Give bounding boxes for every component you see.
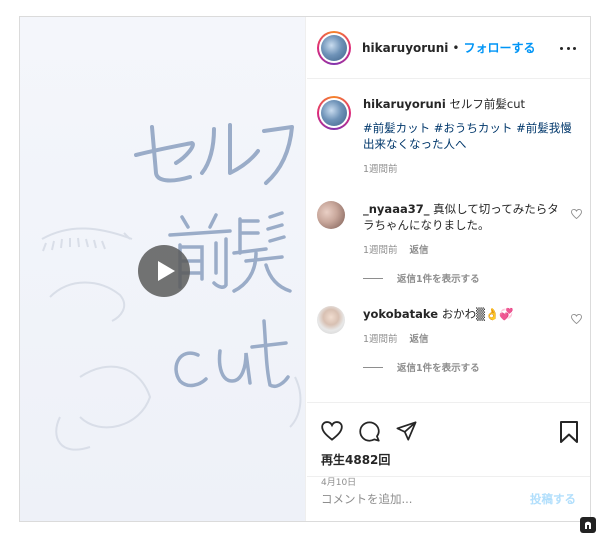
header-separator: • <box>452 40 460 55</box>
post-comment-button[interactable]: 投稿する <box>530 491 576 507</box>
view-replies-button[interactable]: 返信1件を表示する <box>363 360 582 374</box>
commenter-username[interactable]: yokobatake <box>363 307 438 321</box>
play-icon <box>158 261 175 281</box>
commenter-avatar[interactable] <box>317 201 345 229</box>
hashtag-link[interactable]: #前髪カット <box>363 121 430 135</box>
caption-hashtags: #前髪カット #おうちカット #前髪我慢出来なくなった人へ <box>363 120 582 152</box>
add-comment-bar: 投稿する <box>307 476 590 521</box>
comment-item: _nyaaa37_ 真似して切ってみたらタラちゃんになりました。 1週間前 返信… <box>317 201 582 285</box>
caption-username[interactable]: hikaruyoruni <box>363 97 446 111</box>
play-button[interactable] <box>138 245 190 297</box>
reply-button[interactable]: 返信 <box>410 243 429 259</box>
caption-timestamp: 1週間前 <box>363 164 398 175</box>
comment-timestamp: 1週間前 <box>363 334 398 345</box>
post-caption: hikaruyoruni セルフ前髪cut #前髪カット #おうちカット #前髪… <box>317 96 582 178</box>
post-sidebar: hikaruyoruni • フォローする hikaruyoruni セルフ前髪… <box>307 17 590 521</box>
extension-icon[interactable] <box>580 517 596 533</box>
follow-button[interactable]: フォローする <box>463 39 535 56</box>
author-avatar[interactable] <box>317 30 351 65</box>
share-icon[interactable] <box>396 421 417 441</box>
post-card: hikaruyoruni • フォローする hikaruyoruni セルフ前髪… <box>19 16 591 522</box>
post-header: hikaruyoruni • フォローする <box>307 17 590 79</box>
like-comment-heart-icon[interactable] <box>571 209 582 219</box>
commenter-avatar[interactable] <box>317 306 345 334</box>
comment-icon[interactable] <box>359 421 380 442</box>
reply-button[interactable]: 返信 <box>410 332 429 348</box>
more-horizontal-icon[interactable] <box>560 41 576 55</box>
caption-avatar[interactable] <box>317 96 351 130</box>
bookmark-icon[interactable] <box>560 421 578 443</box>
view-replies-button[interactable]: 返信1件を表示する <box>363 271 582 285</box>
commenter-username[interactable]: _nyaaa37_ <box>363 202 429 216</box>
view-count[interactable]: 再生4882回 <box>321 451 390 468</box>
comment-input[interactable] <box>321 492 530 506</box>
comments-list[interactable]: hikaruyoruni セルフ前髪cut #前髪カット #おうちカット #前髪… <box>307 80 590 410</box>
author-username[interactable]: hikaruyoruni <box>362 41 448 55</box>
comment-timestamp: 1週間前 <box>363 245 398 256</box>
comment-item: yokobatake おかわ▒👌💞 1週間前 返信 返信1件を表示する <box>317 306 582 374</box>
caption-text: セルフ前髪cut <box>449 97 526 111</box>
comment-text: おかわ▒👌💞 <box>441 307 514 321</box>
like-comment-heart-icon[interactable] <box>571 314 582 324</box>
post-video[interactable] <box>20 17 306 521</box>
heart-icon[interactable] <box>321 421 343 441</box>
hashtag-link[interactable]: #おうちカット <box>434 121 513 135</box>
